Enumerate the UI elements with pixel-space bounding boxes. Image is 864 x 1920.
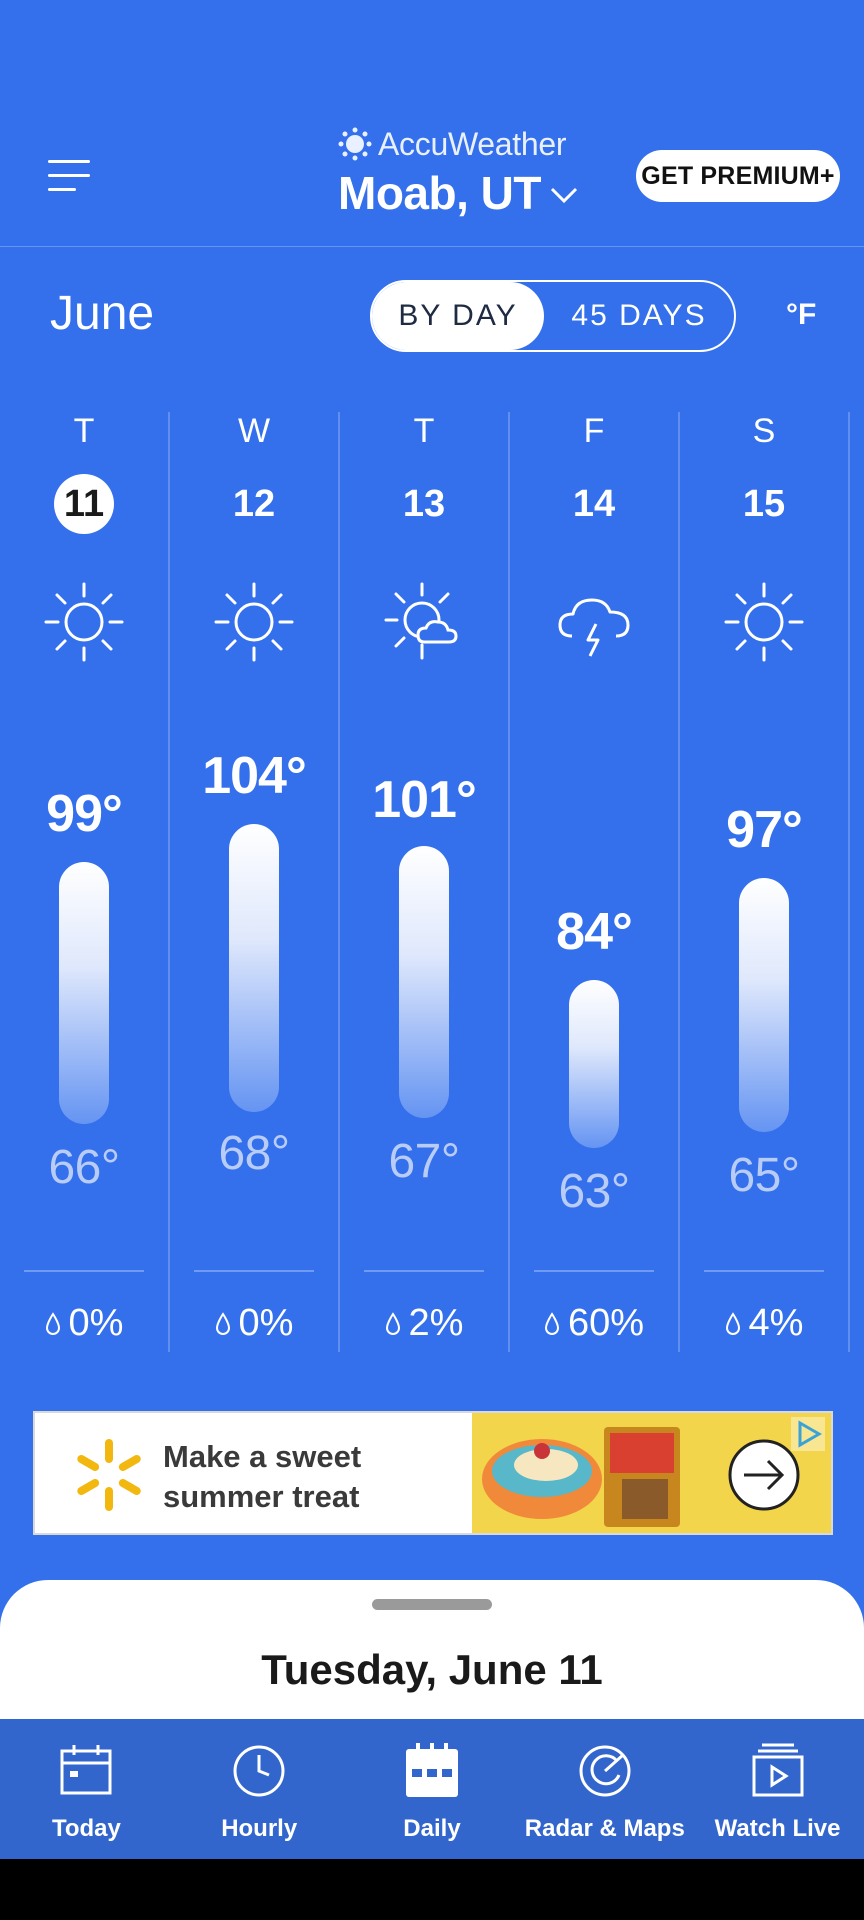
precip-value: 0% bbox=[68, 1302, 124, 1344]
high-temp: 97° bbox=[726, 801, 803, 859]
accuweather-sun-icon bbox=[338, 127, 372, 161]
day-column[interactable]: F 14 84° 63° 60% bbox=[510, 412, 680, 1352]
calendar-icon bbox=[60, 1745, 112, 1795]
tab-daily[interactable]: Daily bbox=[346, 1719, 519, 1859]
brand-name: AccuWeather bbox=[378, 125, 567, 162]
divider bbox=[24, 1270, 144, 1272]
temp-range-bar bbox=[229, 824, 279, 1112]
day-column[interactable]: W 12 104° 68° 0% bbox=[170, 412, 340, 1352]
day-number: 14 bbox=[572, 482, 616, 525]
day-number: 15 bbox=[742, 482, 786, 525]
ad-choices-icon[interactable] bbox=[791, 1417, 825, 1451]
divider bbox=[534, 1270, 654, 1272]
day-of-week: W bbox=[237, 412, 271, 450]
sheet-title: Tuesday, June 11 bbox=[261, 1646, 603, 1693]
raindrop-icon bbox=[544, 1311, 559, 1335]
location-name: Moab, UT bbox=[338, 167, 541, 219]
low-temp: 66° bbox=[48, 1141, 120, 1194]
calendar-grid-icon bbox=[405, 1743, 458, 1797]
high-temp: 84° bbox=[556, 903, 633, 961]
location-selector[interactable]: Moab, UT bbox=[338, 166, 579, 220]
tab-radar-maps[interactable]: Radar & Maps bbox=[518, 1719, 691, 1859]
raindrop-icon bbox=[385, 1311, 400, 1335]
view-toggle: BY DAY 45 DAYS bbox=[370, 280, 736, 352]
ad-banner[interactable]: Make a sweet summer treat bbox=[33, 1411, 833, 1535]
by-day-option[interactable]: BY DAY bbox=[372, 282, 544, 350]
day-of-week: T bbox=[73, 412, 95, 450]
low-temp: 68° bbox=[218, 1127, 290, 1180]
tab-today[interactable]: Today bbox=[0, 1719, 173, 1859]
tab-label: Radar & Maps bbox=[524, 1815, 685, 1842]
temp-range-bar bbox=[569, 980, 619, 1148]
low-temp: 65° bbox=[728, 1149, 800, 1202]
brand-logo: AccuWeather bbox=[338, 124, 567, 164]
month-label: June bbox=[50, 287, 155, 340]
get-premium-button[interactable]: GET PREMIUM+ bbox=[636, 150, 840, 202]
thunderstorm-icon bbox=[558, 598, 630, 657]
radar-icon bbox=[579, 1745, 631, 1797]
day-column[interactable]: S 15 97° 65° 4% bbox=[680, 412, 850, 1352]
ad-headline: Make a sweet summer treat bbox=[163, 1437, 361, 1517]
ad-left-panel: Make a sweet summer treat bbox=[35, 1413, 472, 1533]
divider bbox=[704, 1270, 824, 1272]
temperature-unit-toggle[interactable]: °F bbox=[786, 298, 816, 332]
day-column[interactable]: T 13 101° 67° 2% bbox=[340, 412, 510, 1352]
precip-value: 4% bbox=[748, 1302, 804, 1344]
sun-icon bbox=[724, 582, 804, 662]
detail-sheet[interactable]: Tuesday, June 11 bbox=[0, 1580, 864, 1740]
precip-chance: 4% bbox=[680, 1302, 848, 1345]
day-number: 13 bbox=[402, 482, 446, 525]
ad-product-image bbox=[472, 1413, 831, 1533]
drag-handle[interactable] bbox=[372, 1599, 492, 1610]
precip-chance: 2% bbox=[340, 1302, 508, 1345]
divider bbox=[194, 1270, 314, 1272]
raindrop-icon bbox=[725, 1311, 740, 1335]
tab-label: Daily bbox=[403, 1815, 461, 1842]
daily-forecast: T 11 99° 66° 0% W 12 104° 68° 0% T 13 10… bbox=[0, 412, 864, 1352]
day-of-week: F bbox=[583, 412, 605, 450]
temp-range-bar bbox=[739, 878, 789, 1132]
chevron-down-icon bbox=[550, 187, 578, 204]
divider bbox=[364, 1270, 484, 1272]
temp-range-bar bbox=[399, 846, 449, 1118]
tab-label: Watch Live bbox=[714, 1815, 841, 1842]
app-header: AccuWeather Moab, UT GET PREMIUM+ bbox=[0, 0, 864, 247]
low-temp: 67° bbox=[388, 1135, 460, 1188]
precip-chance: 0% bbox=[0, 1302, 168, 1345]
temp-range-bar bbox=[59, 862, 109, 1124]
45-days-option[interactable]: 45 DAYS bbox=[544, 282, 734, 350]
precip-chance: 0% bbox=[170, 1302, 338, 1345]
ad-line-1: Make a sweet bbox=[163, 1439, 362, 1474]
sun-icon bbox=[44, 582, 124, 662]
high-temp: 104° bbox=[202, 747, 307, 805]
system-nav-bar bbox=[0, 1859, 864, 1920]
play-video-icon bbox=[752, 1743, 804, 1797]
sun-icon bbox=[214, 582, 294, 662]
precip-value: 60% bbox=[567, 1302, 645, 1344]
raindrop-icon bbox=[45, 1311, 60, 1335]
hamburger-menu-icon[interactable] bbox=[48, 160, 92, 194]
partly-cloudy-icon bbox=[384, 582, 458, 660]
day-of-week: S bbox=[752, 412, 776, 450]
raindrop-icon bbox=[215, 1311, 230, 1335]
tab-watch-live[interactable]: Watch Live bbox=[691, 1719, 864, 1859]
precip-value: 0% bbox=[238, 1302, 294, 1344]
high-temp: 99° bbox=[46, 785, 123, 843]
precip-value: 2% bbox=[408, 1302, 464, 1344]
bottom-tab-bar: Today Hourly Daily Radar & Maps Watch Li… bbox=[0, 1719, 864, 1859]
day-column[interactable]: T 11 99° 66° 0% bbox=[0, 412, 170, 1352]
day-number: 11 bbox=[54, 474, 114, 534]
tab-label: Today bbox=[51, 1815, 121, 1842]
tab-hourly[interactable]: Hourly bbox=[173, 1719, 346, 1859]
clock-icon bbox=[233, 1745, 285, 1797]
day-number: 12 bbox=[232, 482, 276, 525]
precip-chance: 60% bbox=[510, 1302, 678, 1345]
high-temp: 101° bbox=[372, 771, 477, 829]
low-temp: 63° bbox=[558, 1165, 630, 1218]
walmart-spark-icon bbox=[77, 1439, 141, 1511]
ad-line-2: summer treat bbox=[163, 1479, 360, 1514]
day-of-week: T bbox=[413, 412, 435, 450]
tab-label: Hourly bbox=[221, 1815, 298, 1842]
